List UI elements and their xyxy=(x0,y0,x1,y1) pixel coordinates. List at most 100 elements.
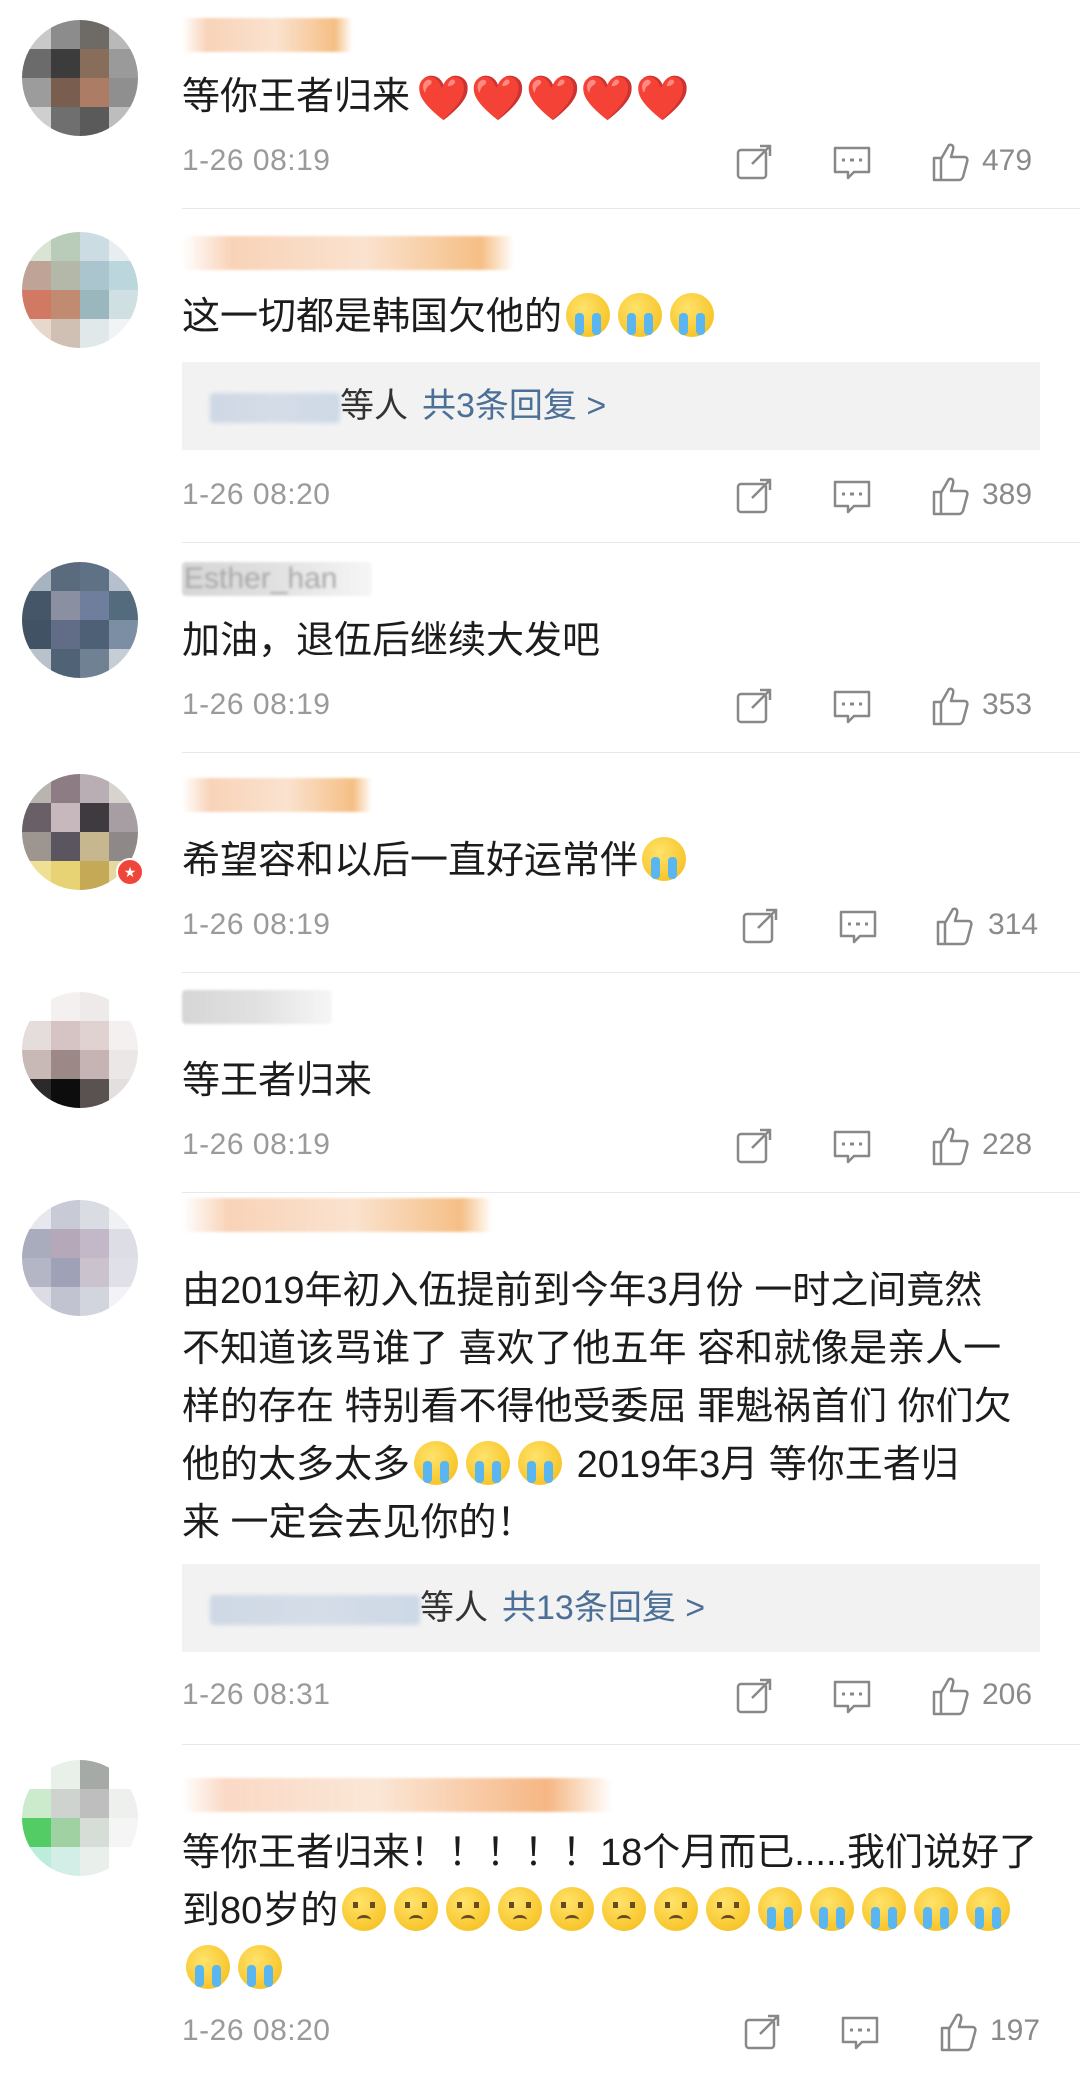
comment-text-content: 等你王者归来 xyxy=(182,76,411,118)
like-count: 228 xyxy=(982,1128,1033,1161)
comment-meta: 1-26 08:31 206 xyxy=(182,1674,1040,1724)
replies-link[interactable]: 共3条回复 > xyxy=(422,387,606,425)
comment-text-content: 希望容和以后一直好运常伴 xyxy=(182,840,639,882)
replies-box[interactable]: 等人 共13条回复 > xyxy=(182,1564,1040,1652)
like-count: 206 xyxy=(982,1678,1033,1711)
sad-emoji xyxy=(394,1887,439,1931)
divider xyxy=(182,752,1080,753)
crying-emoji xyxy=(642,837,687,881)
comment-meta: 1-26 08:19 479 xyxy=(182,140,1040,190)
username-blurred[interactable] xyxy=(182,18,352,52)
comment-icon[interactable] xyxy=(830,474,874,518)
sad-emoji xyxy=(706,1887,751,1931)
comment-time: 1-26 08:19 xyxy=(182,908,331,941)
replies-link[interactable]: 共13条回复 > xyxy=(502,1589,705,1627)
replies-suffix: 等人 xyxy=(420,1589,488,1627)
comment-icon[interactable] xyxy=(830,140,874,184)
crying-emoji xyxy=(238,1945,282,1989)
divider xyxy=(182,1744,1080,1745)
comment-text: 等你王者归来 ❤️❤️❤️❤️❤️ xyxy=(182,68,1042,128)
avatar[interactable] xyxy=(22,992,138,1108)
comment-text-content: 加油，退伍后继续大发吧 xyxy=(182,620,601,662)
like-count: 314 xyxy=(988,908,1039,941)
replies-suffix: 等人 xyxy=(340,387,408,425)
username-blurred[interactable] xyxy=(182,990,332,1024)
divider xyxy=(182,542,1080,543)
username-blurred[interactable] xyxy=(182,236,514,270)
divider xyxy=(182,208,1080,209)
share-icon[interactable] xyxy=(732,474,776,518)
sad-emoji xyxy=(498,1887,543,1931)
crying-emoji xyxy=(518,1441,563,1485)
comment-time: 1-26 08:20 xyxy=(182,2014,331,2047)
like-count: 389 xyxy=(982,478,1033,511)
like-icon[interactable] xyxy=(932,904,976,948)
sad-emoji xyxy=(602,1887,647,1931)
username[interactable]: Esther_han xyxy=(182,562,372,596)
comment-meta: 1-26 08:20 389 xyxy=(182,474,1040,524)
share-icon[interactable] xyxy=(732,140,776,184)
hearts-emoji: ❤️❤️❤️❤️❤️ xyxy=(416,74,690,123)
share-icon[interactable] xyxy=(732,1674,776,1718)
comment-time: 1-26 08:19 xyxy=(182,1128,331,1161)
comment-text: 希望容和以后一直好运常伴 xyxy=(182,832,1042,890)
crying-emoji xyxy=(466,1441,511,1485)
comment-text: 这一切都是韩国欠他的 xyxy=(182,288,1042,346)
sad-emoji xyxy=(446,1887,491,1931)
comment-icon[interactable] xyxy=(838,2010,882,2054)
like-icon[interactable] xyxy=(928,140,972,184)
crying-emoji xyxy=(414,1441,459,1485)
crying-emoji xyxy=(966,1887,1011,1931)
crying-emoji xyxy=(186,1945,230,1989)
username-blurred[interactable] xyxy=(182,1778,612,1812)
divider xyxy=(182,972,1080,973)
replies-box[interactable]: 等人 共3条回复 > xyxy=(182,362,1040,450)
comment-text-content: 等王者归来 xyxy=(182,1060,373,1102)
verified-badge-icon: ★ xyxy=(116,858,144,886)
comment-meta: 1-26 08:19 314 xyxy=(182,904,1040,954)
reply-usernames-blurred xyxy=(210,1595,420,1626)
avatar[interactable] xyxy=(22,232,138,348)
like-icon[interactable] xyxy=(928,1124,972,1168)
comment-icon[interactable] xyxy=(830,684,874,728)
crying-emoji xyxy=(758,1887,803,1931)
reply-usernames-blurred xyxy=(210,393,340,424)
like-count: 353 xyxy=(982,688,1033,721)
crying-emoji xyxy=(618,293,663,337)
crying-emoji xyxy=(566,293,611,337)
share-icon[interactable] xyxy=(738,904,782,948)
username-blurred[interactable] xyxy=(182,778,372,812)
share-icon[interactable] xyxy=(740,2010,784,2054)
comment-text: 等王者归来 xyxy=(182,1052,1042,1110)
comment-meta: 1-26 08:19 228 xyxy=(182,1124,1040,1174)
avatar[interactable] xyxy=(22,1760,138,1876)
share-icon[interactable] xyxy=(732,1124,776,1168)
divider xyxy=(182,1192,1080,1193)
comment-meta: 1-26 08:19 353 xyxy=(182,684,1040,734)
sad-emoji xyxy=(342,1887,387,1931)
sad-emoji xyxy=(550,1887,595,1931)
like-icon[interactable] xyxy=(928,474,972,518)
comment-text-content: 这一切都是韩国欠他的 xyxy=(182,296,563,338)
comment-text: 等你王者归来！！！！！18个月而已.....我们说好了 到80岁的 xyxy=(182,1824,1042,1998)
comment-time: 1-26 08:19 xyxy=(182,688,331,721)
like-count: 479 xyxy=(982,144,1033,177)
sad-emoji xyxy=(654,1887,699,1931)
crying-emoji xyxy=(862,1887,907,1931)
avatar[interactable] xyxy=(22,562,138,678)
avatar[interactable] xyxy=(22,1200,138,1316)
like-icon[interactable] xyxy=(936,2010,980,2054)
comment-time: 1-26 08:19 xyxy=(182,144,331,177)
username-blurred[interactable] xyxy=(182,1198,492,1232)
comment-icon[interactable] xyxy=(830,1674,874,1718)
share-icon[interactable] xyxy=(732,684,776,728)
comment-text: 加油，退伍后继续大发吧 xyxy=(182,612,1042,670)
avatar[interactable] xyxy=(22,20,138,136)
comment-meta: 1-26 08:20 197 xyxy=(182,2010,1040,2060)
like-icon[interactable] xyxy=(928,684,972,728)
like-icon[interactable] xyxy=(928,1674,972,1718)
comment-icon[interactable] xyxy=(830,1124,874,1168)
crying-emoji xyxy=(670,293,715,337)
comment-icon[interactable] xyxy=(836,904,880,948)
comment-time: 1-26 08:31 xyxy=(182,1678,331,1711)
